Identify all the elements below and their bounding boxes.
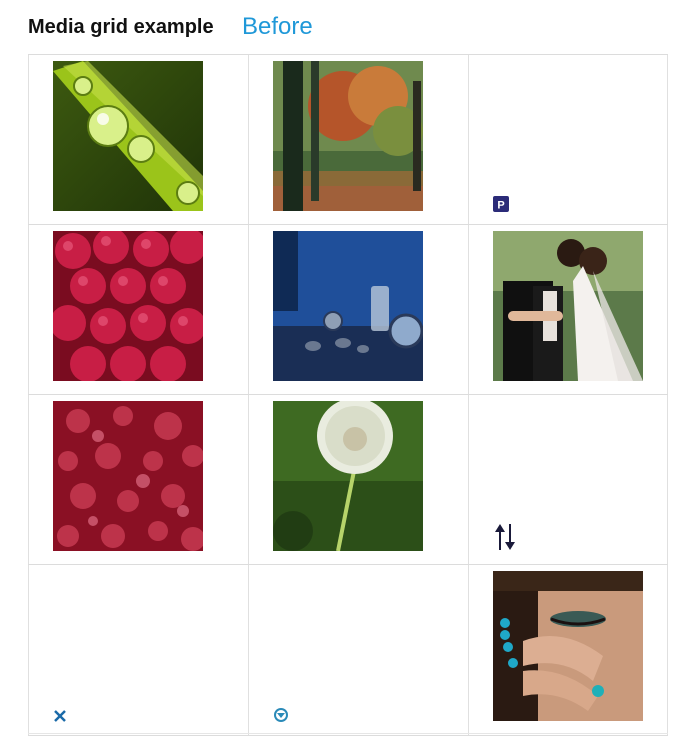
powerpoint-file-icon[interactable]: P xyxy=(493,196,509,212)
grid-cell[interactable] xyxy=(28,225,248,394)
bottom-divider xyxy=(28,733,668,734)
grid-row xyxy=(28,394,668,564)
grid-cell[interactable] xyxy=(248,55,468,224)
sort-arrows-icon[interactable] xyxy=(493,522,517,552)
before-link[interactable]: Before xyxy=(242,13,313,41)
grid-cell[interactable] xyxy=(248,395,468,564)
grid-cell[interactable] xyxy=(468,225,668,394)
download-circle-icon[interactable] xyxy=(273,707,289,723)
red-bokeh-image[interactable] xyxy=(53,401,203,551)
grid-cell[interactable] xyxy=(28,395,248,564)
grid-cell[interactable] xyxy=(248,225,468,394)
grid-cell[interactable] xyxy=(28,55,248,224)
grid-cell[interactable] xyxy=(468,395,668,564)
grid-cell[interactable] xyxy=(248,565,468,735)
svg-text:P: P xyxy=(497,200,504,212)
wedding-couple-image[interactable] xyxy=(493,231,643,381)
grid-cell[interactable]: P xyxy=(468,55,668,224)
woman-face-closeup-image[interactable] xyxy=(493,571,643,721)
close-x-icon[interactable] xyxy=(53,709,67,723)
water-drops-leaf-image[interactable] xyxy=(53,61,203,211)
autumn-park-trees-image[interactable] xyxy=(273,61,423,211)
blue-clocks-still-life-image[interactable] xyxy=(273,231,423,381)
page-title: Media grid example xyxy=(28,16,214,38)
grid-row: P xyxy=(28,54,668,224)
grid-cell[interactable] xyxy=(468,565,668,735)
grid-cell[interactable] xyxy=(28,565,248,735)
media-grid: P xyxy=(28,54,668,736)
raspberries-image[interactable] xyxy=(53,231,203,381)
grid-row xyxy=(28,564,668,736)
dandelion-image[interactable] xyxy=(273,401,423,551)
grid-row xyxy=(28,224,668,394)
